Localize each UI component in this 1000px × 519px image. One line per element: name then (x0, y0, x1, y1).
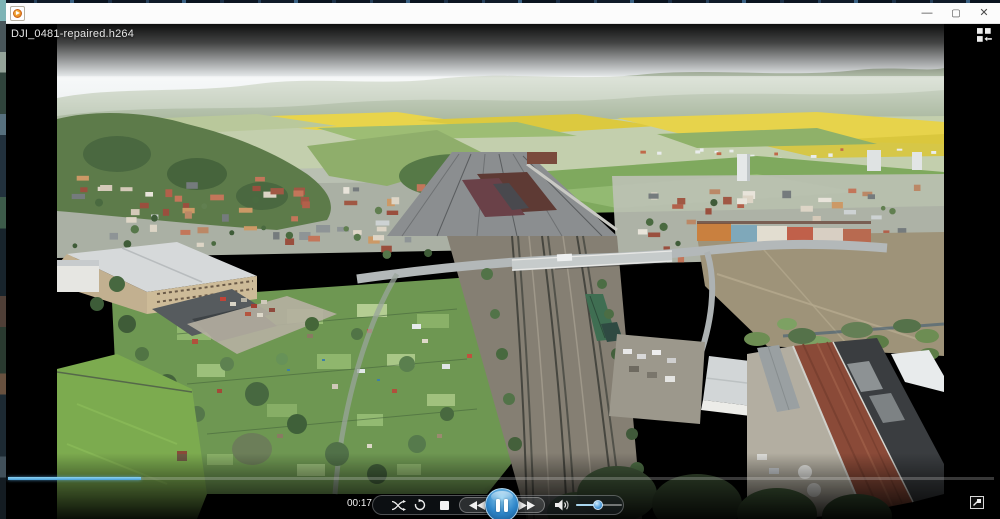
speaker-icon (555, 500, 568, 511)
play-glyph-icon (16, 11, 20, 15)
pause-button[interactable] (485, 488, 519, 519)
repeat-icon (415, 499, 424, 509)
minimize-button[interactable]: — (914, 4, 940, 23)
shuffle-button[interactable] (392, 500, 406, 511)
elapsed-time: 00:17 (324, 498, 372, 509)
shuffle-icon (392, 500, 406, 511)
switch-to-library-icon (977, 28, 992, 42)
seek-progress (8, 477, 141, 480)
repeat-button[interactable] (414, 499, 426, 511)
close-button[interactable]: ✕ (971, 4, 997, 23)
video-area: DJI_0481-repaired.h264 00:17 (6, 24, 1000, 519)
fullscreen-icon (971, 497, 984, 509)
stop-button[interactable] (440, 501, 449, 510)
volume-handle[interactable] (593, 500, 603, 510)
rewind-button[interactable] (469, 501, 485, 510)
app-icon[interactable] (10, 6, 25, 21)
fast-forward-icon (519, 501, 535, 510)
video-canvas[interactable] (57, 24, 944, 519)
maximize-button[interactable]: ▢ (943, 4, 969, 23)
fullscreen-button[interactable] (970, 496, 984, 509)
rewind-icon (469, 501, 485, 510)
window-titlebar[interactable]: — ▢ ✕ (6, 3, 1000, 24)
seek-bar[interactable] (8, 477, 994, 480)
fast-forward-button[interactable] (519, 501, 535, 510)
screen: — ▢ ✕ (0, 0, 1000, 519)
volume-slider[interactable] (576, 499, 622, 511)
pause-icon (496, 499, 500, 512)
filename-overlay: DJI_0481-repaired.h264 (11, 28, 134, 40)
mute-button[interactable] (555, 499, 570, 511)
media-player-window: — ▢ ✕ (6, 3, 1000, 519)
switch-to-library-button[interactable] (977, 28, 993, 43)
